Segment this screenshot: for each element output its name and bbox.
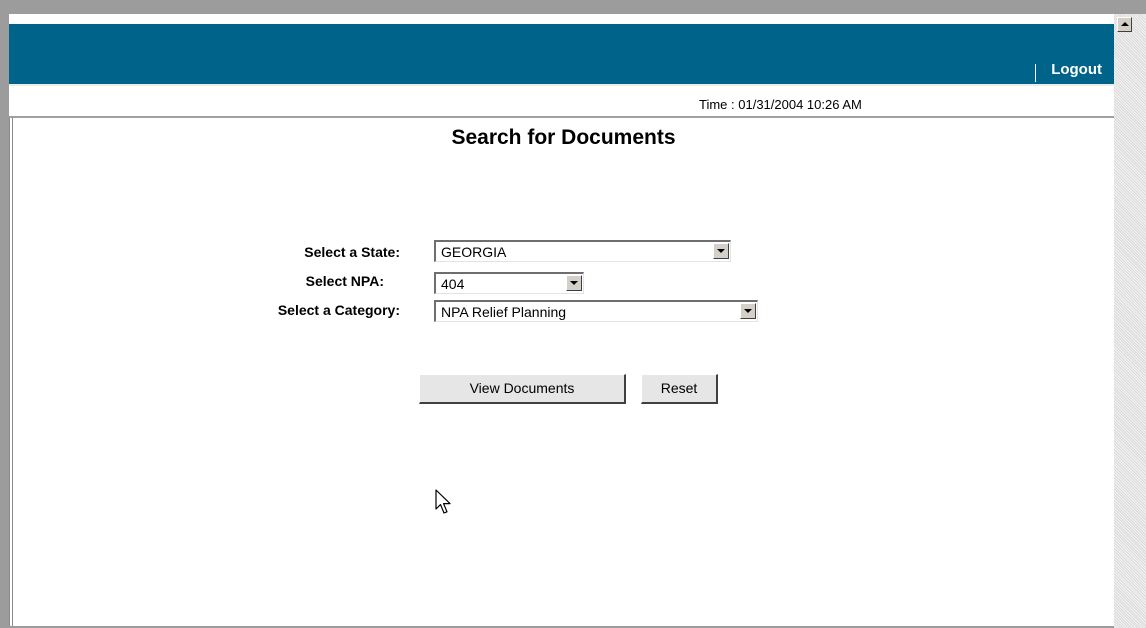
page: Logout Time : 01/31/2004 10:26 AM Search…: [9, 14, 1114, 626]
header-bar: Logout: [9, 24, 1114, 85]
chevron-down-icon[interactable]: [740, 303, 756, 319]
vertical-scrollbar[interactable]: [1114, 14, 1146, 628]
state-select[interactable]: GEORGIA: [434, 240, 731, 262]
state-label: Select a State:: [304, 244, 400, 260]
logout-separator: [1035, 64, 1036, 82]
category-select[interactable]: NPA Relief Planning: [434, 300, 758, 322]
content-panel: Search for Documents Select a State: GEO…: [9, 118, 1114, 626]
reset-button[interactable]: Reset: [641, 374, 718, 404]
category-label: Select a Category:: [277, 302, 400, 318]
logout-link[interactable]: Logout: [1051, 61, 1102, 78]
chevron-down-icon[interactable]: [713, 243, 729, 259]
view-documents-button[interactable]: View Documents: [419, 374, 626, 404]
npa-select-value: 404: [441, 276, 465, 292]
time-strip: Time : 01/31/2004 10:26 AM: [9, 84, 1114, 118]
chevron-down-icon[interactable]: [566, 275, 582, 291]
mouse-pointer-icon: [435, 489, 451, 514]
scroll-up-arrow-icon[interactable]: [1117, 17, 1132, 32]
page-title: Search for Documents: [451, 126, 676, 149]
timestamp: Time : 01/31/2004 10:26 AM: [699, 97, 862, 112]
category-select-value: NPA Relief Planning: [441, 304, 567, 320]
npa-label: Select NPA:: [305, 273, 384, 289]
state-select-value: GEORGIA: [441, 244, 507, 260]
npa-select[interactable]: 404: [434, 272, 584, 294]
